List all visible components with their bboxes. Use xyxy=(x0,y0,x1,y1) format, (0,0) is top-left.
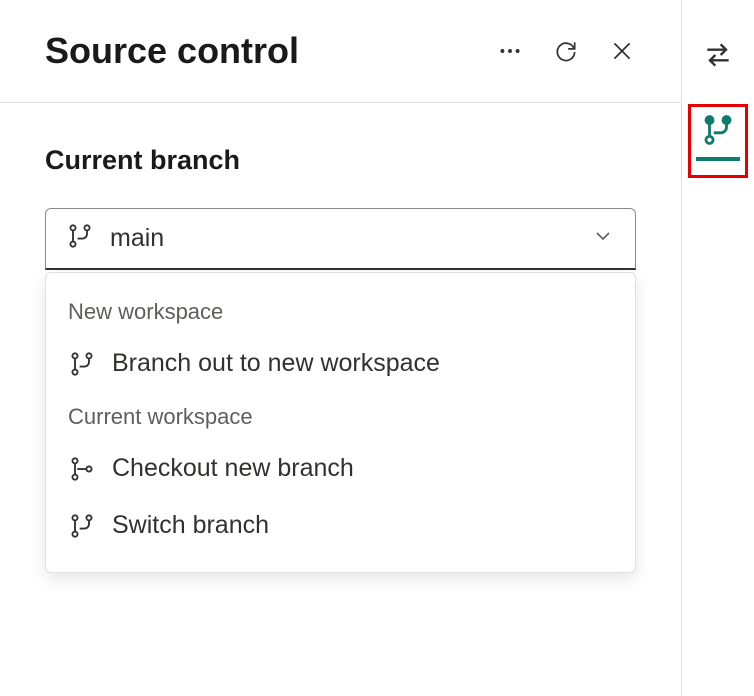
branch-selector[interactable]: main xyxy=(45,208,636,270)
git-branch-icon xyxy=(701,113,735,147)
close-icon xyxy=(609,38,635,64)
dropdown-item-label: Switch branch xyxy=(112,511,269,540)
dropdown-item-switch-branch[interactable]: Switch branch xyxy=(46,497,635,554)
rail-sync-button[interactable] xyxy=(693,30,743,80)
refresh-icon xyxy=(553,38,579,64)
branch-plus-icon xyxy=(68,455,96,483)
rail-source-control-button[interactable] xyxy=(688,104,748,178)
header-actions xyxy=(496,37,636,65)
current-branch-label: Current branch xyxy=(45,145,636,176)
dropdown-item-checkout-new-branch[interactable]: Checkout new branch xyxy=(46,440,635,497)
branch-icon xyxy=(68,350,96,378)
branch-icon xyxy=(66,222,94,255)
selected-branch-value: main xyxy=(110,224,591,253)
close-button[interactable] xyxy=(608,37,636,65)
refresh-button[interactable] xyxy=(552,37,580,65)
dropdown-group-current-workspace: Current workspace xyxy=(46,392,635,440)
panel-header: Source control xyxy=(0,0,681,103)
panel-content: Current branch main New workspace xyxy=(0,103,681,615)
branch-dropdown-menu: New workspace Branch out to new workspac… xyxy=(45,272,636,573)
more-options-button[interactable] xyxy=(496,37,524,65)
sync-arrows-icon xyxy=(702,39,734,71)
right-rail xyxy=(682,0,754,696)
rail-active-indicator xyxy=(696,157,740,161)
branch-icon xyxy=(68,512,96,540)
source-control-panel: Source control xyxy=(0,0,682,696)
dropdown-item-label: Branch out to new workspace xyxy=(112,349,440,378)
dropdown-item-label: Checkout new branch xyxy=(112,454,354,483)
dropdown-item-branch-out[interactable]: Branch out to new workspace xyxy=(46,335,635,392)
chevron-down-icon xyxy=(591,224,615,253)
dropdown-group-new-workspace: New workspace xyxy=(46,287,635,335)
panel-title: Source control xyxy=(45,30,496,72)
ellipsis-icon xyxy=(497,38,523,64)
